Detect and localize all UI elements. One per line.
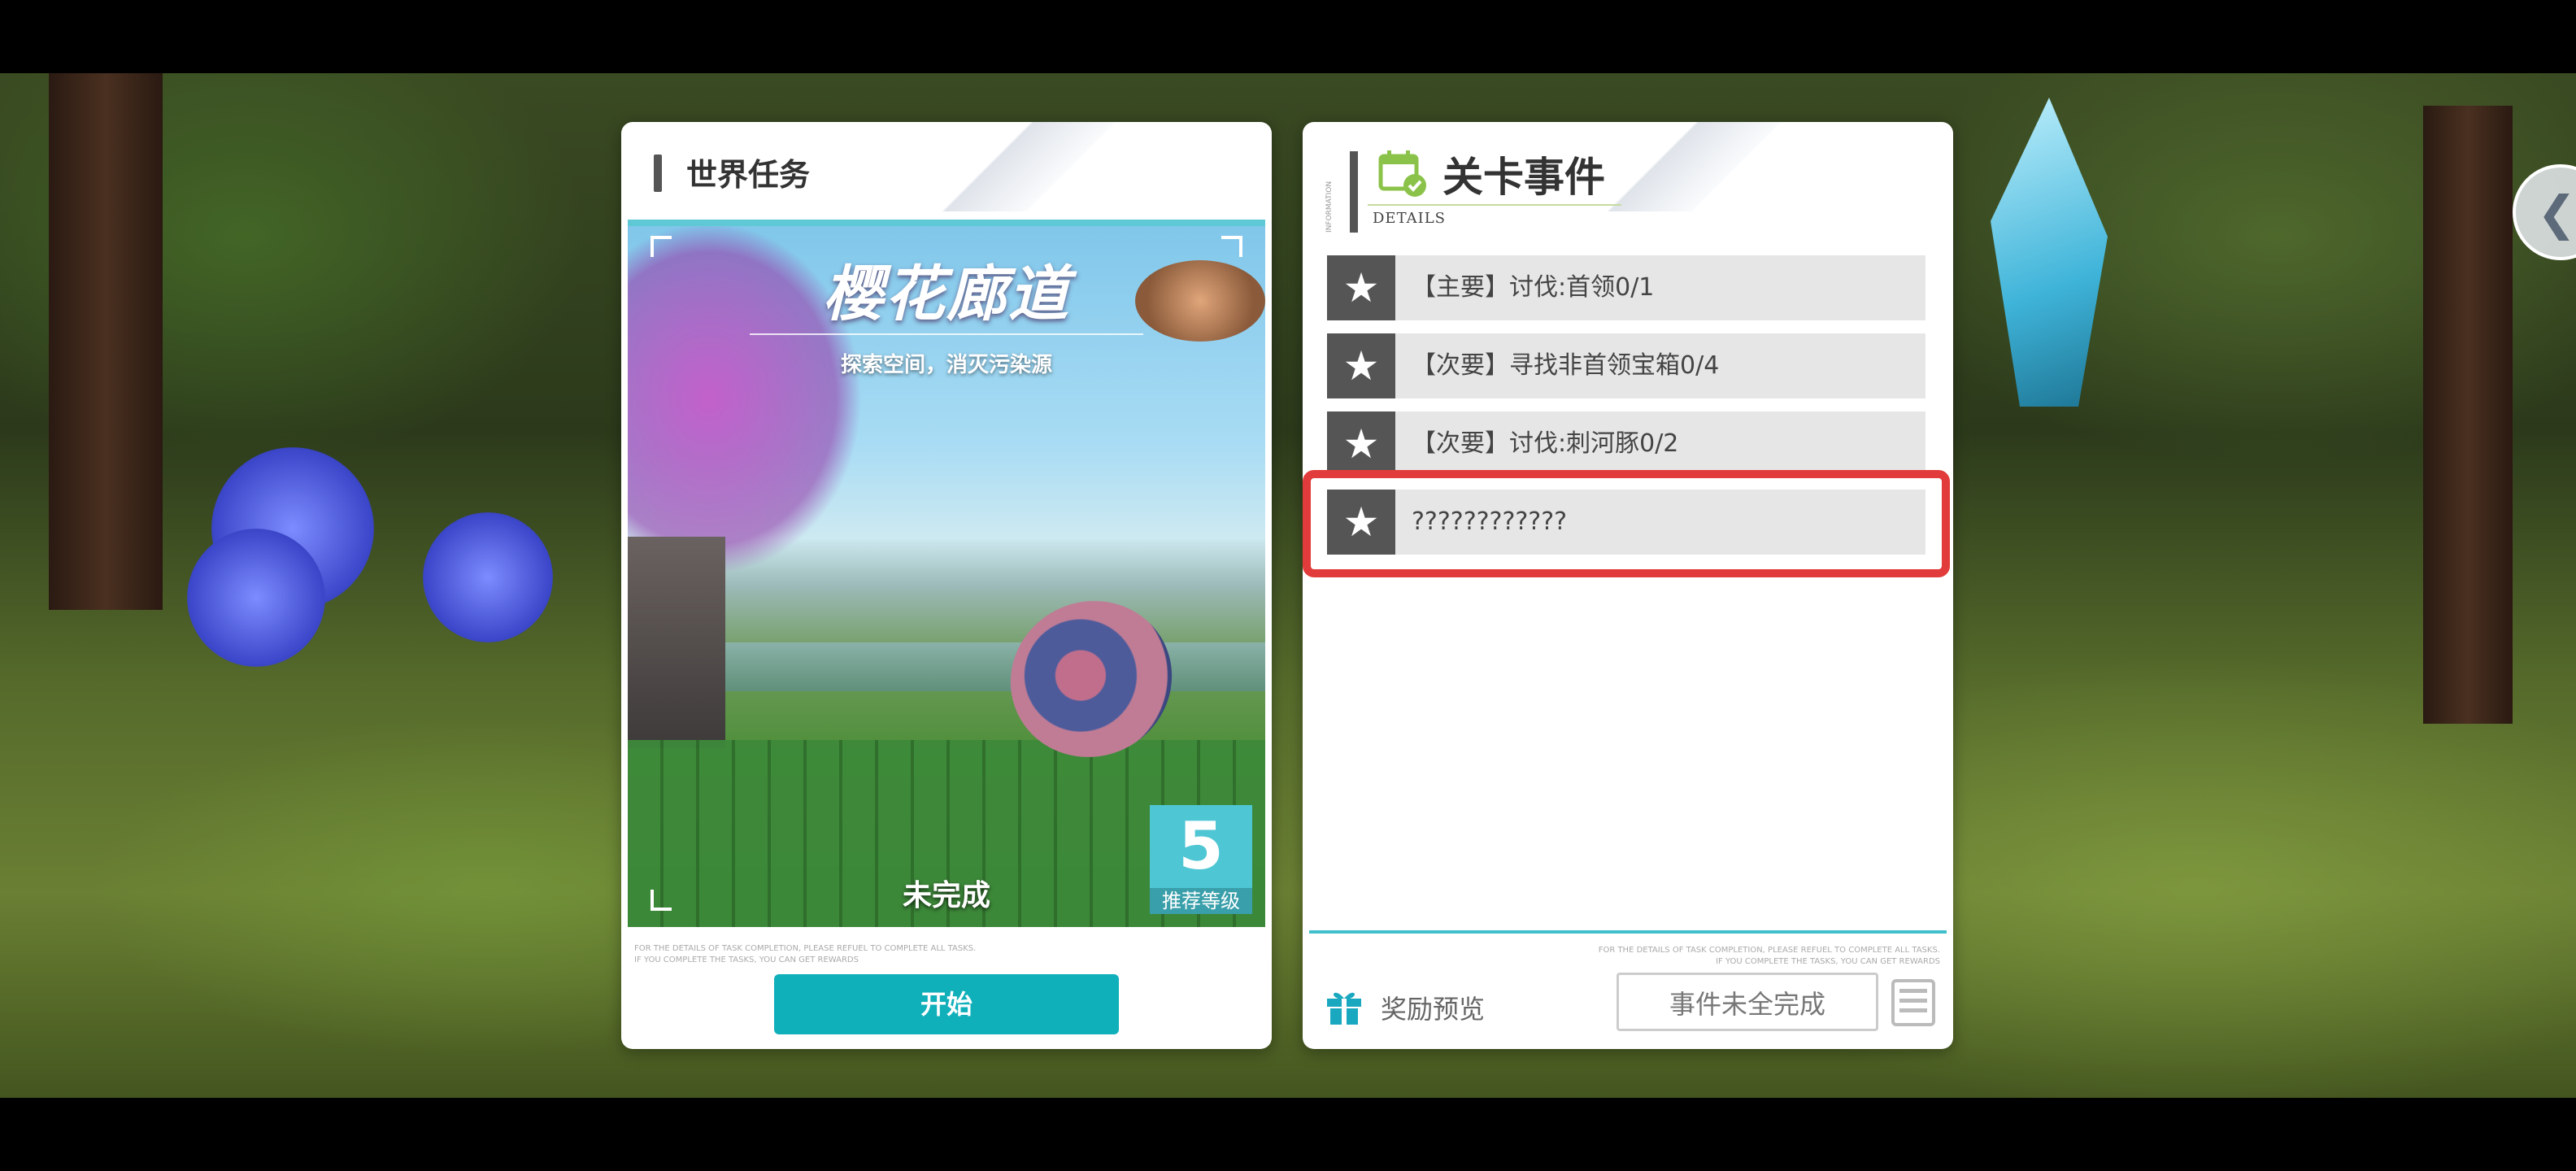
stage-name: 樱花廊道	[823, 259, 1070, 329]
reward-preview-link[interactable]: 奖励预览	[1381, 989, 1485, 1026]
event-row-treasure[interactable]: ★ 【次要】寻找非首领宝箱0/4	[1327, 333, 1925, 398]
stage-subtitle: 探索空间，消灭污染源	[840, 353, 1052, 377]
game-scene-background: ❮	[0, 73, 2576, 1098]
event-text: 【次要】讨伐:刺河豚0/2	[1412, 429, 1679, 458]
calendar-check-icon	[1378, 150, 1426, 197]
star-icon-box: ★	[1327, 255, 1395, 320]
back-arrow-icon: ❮	[2537, 185, 2576, 241]
events-incomplete-button[interactable]: 事件未全完成	[1617, 973, 1878, 1031]
star-icon: ★	[1342, 264, 1380, 311]
stage-name-divider	[750, 333, 1143, 335]
fine-print-line-1: FOR THE DETAILS OF TASK COMPLETION, PLEA…	[1598, 946, 1940, 955]
wooden-pillar-left	[49, 73, 163, 610]
footer-divider	[1309, 930, 1947, 934]
scene-tower	[628, 537, 725, 748]
fine-print-line-2: IF YOU COMPLETE THE TASKS, YOU CAN GET R…	[1716, 957, 1940, 966]
panel-subtitle: DETAILS	[1373, 210, 1446, 227]
event-text: 【次要】寻找非首领宝箱0/4	[1412, 351, 1720, 380]
wooden-pillar-right	[2423, 106, 2513, 724]
information-vertical-tag: INFORMATION	[1325, 181, 1334, 233]
start-button[interactable]: 开始	[774, 974, 1119, 1034]
star-icon-box: ★	[1327, 333, 1395, 398]
recommended-level-label: 推荐等级	[1150, 888, 1252, 914]
image-top-strip	[628, 220, 1265, 226]
fine-print-line-2: IF YOU COMPLETE THE TASKS, YOU CAN GET R…	[634, 956, 859, 964]
hydrangea-flower	[187, 529, 325, 667]
fine-print-line-1: FOR THE DETAILS OF TASK COMPLETION, PLEA…	[634, 944, 977, 953]
panel-title: 世界任务	[686, 157, 811, 193]
stage-preview-image[interactable]: 樱花廊道 探索空间，消灭污染源 未完成 5 推荐等级	[628, 220, 1265, 927]
panel-title: 关卡事件	[1442, 154, 1605, 201]
event-row-pufferfish[interactable]: ★ 【次要】讨伐:刺河豚0/2	[1327, 411, 1925, 477]
hidden-event-highlight	[1303, 470, 1950, 577]
gift-icon[interactable]	[1324, 986, 1364, 1026]
title-accent-bar	[654, 155, 662, 192]
hydrangea-flower	[423, 512, 553, 642]
event-row-main-boss[interactable]: ★ 【主要】讨伐:首领0/1	[1327, 255, 1925, 320]
recommended-level-value: 5	[1178, 808, 1224, 884]
world-mission-panel: 世界任务 樱花廊道 探索空间，消灭污染源 未完成 5 推荐等级 FOR THE …	[621, 122, 1272, 1049]
corner-decoration	[1579, 122, 1823, 211]
back-button[interactable]: ❮	[2513, 164, 2576, 260]
star-icon: ★	[1342, 420, 1380, 468]
blue-crystal	[1991, 98, 2108, 407]
star-icon-box: ★	[1327, 411, 1395, 477]
corner-decoration	[914, 122, 1158, 211]
header-accent-bar	[1350, 151, 1358, 233]
star-icon: ★	[1342, 342, 1380, 390]
header-underline	[1368, 204, 1621, 206]
stage-events-panel: INFORMATION 关卡事件 DETAILS ★ 【主要】讨伐:首领0/1 …	[1303, 122, 1953, 1049]
recommended-level-badge: 5 推荐等级	[1150, 805, 1252, 914]
event-text: 【主要】讨伐:首领0/1	[1412, 273, 1655, 302]
task-list-icon[interactable]	[1890, 977, 1937, 1028]
